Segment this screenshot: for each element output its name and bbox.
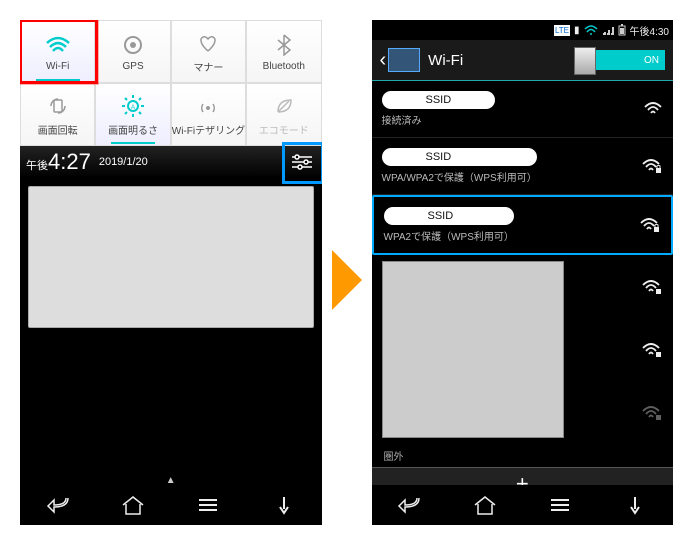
svg-text:A: A <box>131 105 135 111</box>
qs-tile-tethering[interactable]: Wi-Fiテザリング <box>171 83 246 146</box>
status-row: 午後4:27 2019/1/20 <box>20 146 322 178</box>
menu-button[interactable] <box>193 492 223 518</box>
nav-bar <box>372 485 674 525</box>
home-button[interactable] <box>470 492 500 518</box>
wifi-settings-header: ‹ Wi-Fi ON <box>372 40 674 81</box>
wifi-signal-lock-icon <box>641 158 663 174</box>
toggle-label: ON <box>644 55 659 66</box>
wifi-network-row[interactable]: SSID 接続済み <box>372 81 674 138</box>
qs-tile-bluetooth[interactable]: Bluetooth <box>246 20 321 83</box>
nav-bar: ▲ <box>20 485 322 525</box>
status-time: 午後4:30 <box>630 23 669 38</box>
qs-tile-eco[interactable]: エコモード <box>246 83 321 146</box>
highlight-red-wifi-tile <box>20 20 98 84</box>
wifi-network-list: SSID 接続済み SSID WPA/WPA2で保護（WPS利用可） SSID … <box>372 81 674 463</box>
tethering-icon <box>195 93 221 119</box>
battery-icon <box>618 24 626 36</box>
qs-label: マナー <box>193 59 223 74</box>
down-arrow-button[interactable] <box>269 492 299 518</box>
header-title: Wi-Fi <box>428 52 584 69</box>
qs-label: 画面回転 <box>38 122 78 137</box>
wifi-network-row[interactable]: SSID WPA/WPA2で保護（WPS利用可） <box>372 138 674 195</box>
down-arrow-button[interactable] <box>620 492 650 518</box>
wifi-signal-lock-icon <box>641 405 663 421</box>
wifi-network-row-highlighted[interactable]: SSID WPA2で保護（WPS利用可） <box>372 195 674 255</box>
phone-screenshot-left: Wi-Fi GPS マナー Bluetooth 画面回転 A 画面明るさ Wi-… <box>20 20 322 525</box>
cell-signal-icon <box>602 25 614 35</box>
back-button[interactable] <box>394 492 424 518</box>
qs-label: Bluetooth <box>263 61 305 72</box>
qs-label: GPS <box>123 61 144 72</box>
wifi-signal-lock-icon <box>641 342 663 358</box>
clock: 午後4:27 <box>26 149 91 175</box>
qs-label: エコモード <box>259 122 309 137</box>
nav-up-caret-icon[interactable]: ▲ <box>166 475 176 486</box>
network-status: WPA2で保護（WPS利用可） <box>384 228 514 243</box>
ssid-label: SSID <box>382 91 496 109</box>
wifi-toggle[interactable]: ON <box>584 50 665 70</box>
date: 2019/1/20 <box>99 156 148 168</box>
bluetooth-icon <box>271 32 297 58</box>
qs-tile-gps[interactable]: GPS <box>95 20 170 83</box>
phone-screenshot-right: LTE ▮ 午後4:30 ‹ Wi-Fi ON SSID 接続済み SSID W… <box>372 20 674 525</box>
blank-placeholder <box>382 261 564 438</box>
status-bar: LTE ▮ 午後4:30 <box>372 20 674 40</box>
lte-icon: LTE <box>554 25 570 36</box>
qs-tile-rotation[interactable]: 画面回転 <box>20 83 95 146</box>
qs-label: Wi-Fiテザリング <box>172 122 245 137</box>
wifi-signal-icon <box>643 101 663 117</box>
network-status: 接続済み <box>382 112 496 127</box>
notification-card[interactable] <box>28 186 314 328</box>
qs-tile-manner[interactable]: マナー <box>171 20 246 83</box>
flow-arrow-icon <box>332 250 362 310</box>
leaf-icon <box>271 93 297 119</box>
ssid-label: SSID <box>382 148 537 166</box>
network-status: WPA/WPA2で保護（WPS利用可） <box>382 169 537 184</box>
ssid-label: SSID <box>384 207 514 225</box>
wifi-icon <box>584 24 598 36</box>
signal-icon: ▮ <box>574 25 580 36</box>
wifi-signal-lock-icon <box>639 217 661 233</box>
brightness-icon: A <box>120 93 146 119</box>
back-button[interactable] <box>43 492 73 518</box>
rotate-icon <box>45 93 71 119</box>
qs-tile-brightness[interactable]: A 画面明るさ <box>95 83 170 146</box>
wifi-header-thumb-icon <box>388 48 420 72</box>
qs-label: 画面明るさ <box>108 122 158 137</box>
wifi-signal-lock-icon <box>641 279 663 295</box>
back-caret-icon[interactable]: ‹ <box>380 49 387 72</box>
out-of-range-label: 圏外 <box>384 448 662 463</box>
home-button[interactable] <box>118 492 148 518</box>
highlight-blue-settings <box>282 142 322 184</box>
menu-button[interactable] <box>545 492 575 518</box>
heart-vibrate-icon <box>195 30 221 56</box>
gps-icon <box>120 32 146 58</box>
